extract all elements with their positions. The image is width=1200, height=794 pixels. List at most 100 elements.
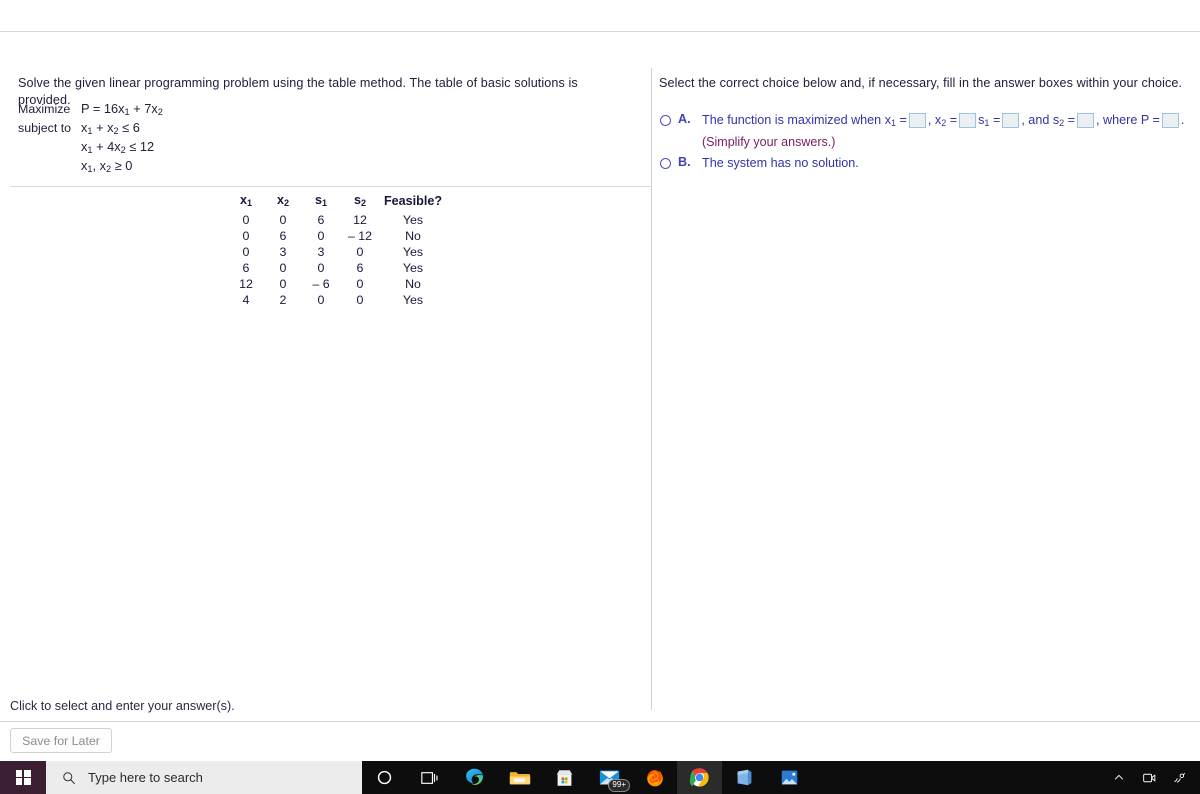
table-cell: 6 (242, 261, 250, 276)
radio-choice-a[interactable] (660, 115, 671, 126)
search-placeholder-text: Type here to search (88, 770, 203, 785)
table-cell: 0 (356, 245, 364, 260)
task-view-icon[interactable] (407, 761, 452, 794)
constraint-row-1: subject to x1 + x2 ≤ 6 (18, 120, 163, 139)
answer-box-s2[interactable] (1077, 113, 1095, 129)
objective-row: Maximize P = 16x1 + 7x2 (18, 101, 163, 120)
table-cell: 0 (242, 213, 250, 228)
table-cell: 0 (317, 293, 325, 308)
microsoft-store-icon[interactable] (542, 761, 587, 794)
table-cell: – 12 (347, 229, 373, 244)
maximize-label: Maximize (18, 102, 71, 116)
answer-box-x2[interactable] (959, 113, 977, 129)
taskbar-search-input[interactable]: Type here to search (46, 761, 362, 794)
answer-box-x1[interactable] (908, 113, 926, 129)
constraint-row-2: x1 + 4x2 ≤ 12 (18, 139, 163, 158)
file-explorer-icon[interactable] (497, 761, 542, 794)
radio-choice-b[interactable] (660, 158, 671, 169)
choice-a-text-1: The function is maximized when x1 = (702, 113, 907, 129)
table-cell: 0 (242, 229, 250, 244)
table-cell: No (405, 277, 421, 292)
mail-icon[interactable]: 99+ (587, 761, 632, 794)
objective-expression: P = 16x1 + 7x2 (81, 101, 163, 118)
answer-box-p[interactable] (1161, 113, 1179, 129)
choice-a-text-6: . (1180, 113, 1185, 128)
table-cell: 6 (317, 213, 325, 228)
firefox-icon[interactable] (632, 761, 677, 794)
constraint-expression-3: x1, x2 ≥ 0 (81, 158, 133, 175)
choice-a-letter: A. (678, 112, 691, 126)
question-panel: Solve the given linear programming probl… (0, 64, 651, 725)
table-cell: No (405, 229, 421, 244)
table-cell: 0 (279, 261, 287, 276)
choice-b-body: The system has no solution. (702, 156, 859, 170)
table-cell: 3 (317, 245, 325, 260)
table-cell: 0 (356, 293, 364, 308)
webcam-icon[interactable] (1134, 761, 1164, 794)
table-row: 6 0 0 6 Yes (228, 260, 446, 276)
photos-icon[interactable] (767, 761, 812, 794)
table-cell: Yes (402, 245, 424, 260)
table-cell: 3 (279, 245, 287, 260)
taskbar-app-icons: 99+ (362, 761, 812, 794)
table-row: 0 0 6 12 Yes (228, 212, 446, 228)
th-feasible: Feasible? (383, 193, 443, 208)
table-cell: 6 (356, 261, 364, 276)
mail-unread-badge: 99+ (608, 779, 630, 792)
answer-hint: Click to select and enter your answer(s)… (10, 699, 235, 713)
constraint-row-3: x1, x2 ≥ 0 (18, 158, 163, 177)
search-icon (63, 771, 76, 784)
footer-divider (0, 721, 1200, 722)
cortana-icon[interactable] (362, 761, 407, 794)
choice-a-text-5: , where P = (1096, 113, 1160, 128)
linear-program-block: Maximize P = 16x1 + 7x2 subject to x1 + … (18, 101, 163, 177)
edge-icon[interactable] (452, 761, 497, 794)
table-row: 0 3 3 0 Yes (228, 244, 446, 260)
table-body: 0 0 6 12 Yes 0 6 0– 12 No 0 3 3 0 Yes 6 0 0 6 Yes 12 0– 6 0 No… (228, 212, 446, 308)
choice-a-text-4: , and s2 = (1021, 113, 1076, 129)
table-cell: Yes (402, 213, 424, 228)
section-divider (10, 186, 651, 187)
table-cell: 0 (356, 277, 364, 292)
basic-solutions-table: x1 x2 s1 s2 Feasible? 0 0 6 12 Yes 0 6 0– 12 No 0… (228, 193, 446, 308)
choice-a-body: The function is maximized when x1 = , x2… (702, 112, 1184, 151)
constraint-expression-2: x1 + 4x2 ≤ 12 (81, 139, 155, 156)
table-cell: – 6 (312, 277, 330, 292)
constraint-expression-1: x1 + x2 ≤ 6 (81, 120, 140, 137)
th-x2: x2 (276, 193, 290, 209)
table-row: 4 2 0 0 Yes (228, 292, 446, 308)
answer-panel: Select the correct choice below and, if … (652, 64, 1200, 725)
windows-taskbar: Type here to search 99+ (0, 761, 1200, 794)
table-cell: 12 (353, 213, 367, 228)
table-cell: 0 (242, 245, 250, 260)
choice-a-text-2: , x2 = (927, 113, 958, 129)
table-row: 12 0 – 6 0 No (228, 276, 446, 292)
choice-prompt: Select the correct choice below and, if … (659, 76, 1183, 90)
table-cell: 0 (279, 213, 287, 228)
subject-to-label: subject to (18, 121, 72, 135)
table-row: 0 6 0 – 12 No (228, 228, 446, 244)
th-s2: s2 (353, 193, 367, 209)
answer-box-s1[interactable] (1002, 113, 1020, 129)
table-cell: 6 (279, 229, 287, 244)
table-cell: Yes (402, 293, 424, 308)
choice-a-answer-line: The function is maximized when x1 = , x2… (702, 112, 1184, 130)
chrome-icon[interactable] (677, 761, 722, 794)
choice-a[interactable]: A. The function is maximized when x1 = ,… (660, 112, 1184, 151)
table-header-row: x1 x2 s1 s2 Feasible? (228, 193, 446, 212)
start-button[interactable] (0, 761, 46, 794)
windows-logo-icon (15, 770, 31, 785)
save-for-later-button[interactable]: Save for Later (10, 728, 112, 753)
question-work-area: Solve the given linear programming probl… (0, 32, 1200, 710)
choice-a-text-3: s1 = (978, 113, 1001, 129)
table-cell: 0 (279, 277, 287, 292)
onenote-icon[interactable] (722, 761, 767, 794)
system-tray (1104, 761, 1194, 794)
network-icon[interactable] (1164, 761, 1194, 794)
choice-b[interactable]: B. The system has no solution. (660, 155, 859, 173)
table-cell: 2 (279, 293, 287, 308)
exam-page: Solve the given linear programming probl… (0, 0, 1200, 794)
simplify-note: (Simplify your answers.) (702, 134, 836, 149)
show-hidden-icons-chevron[interactable] (1104, 761, 1134, 794)
th-x1: x1 (239, 193, 253, 209)
